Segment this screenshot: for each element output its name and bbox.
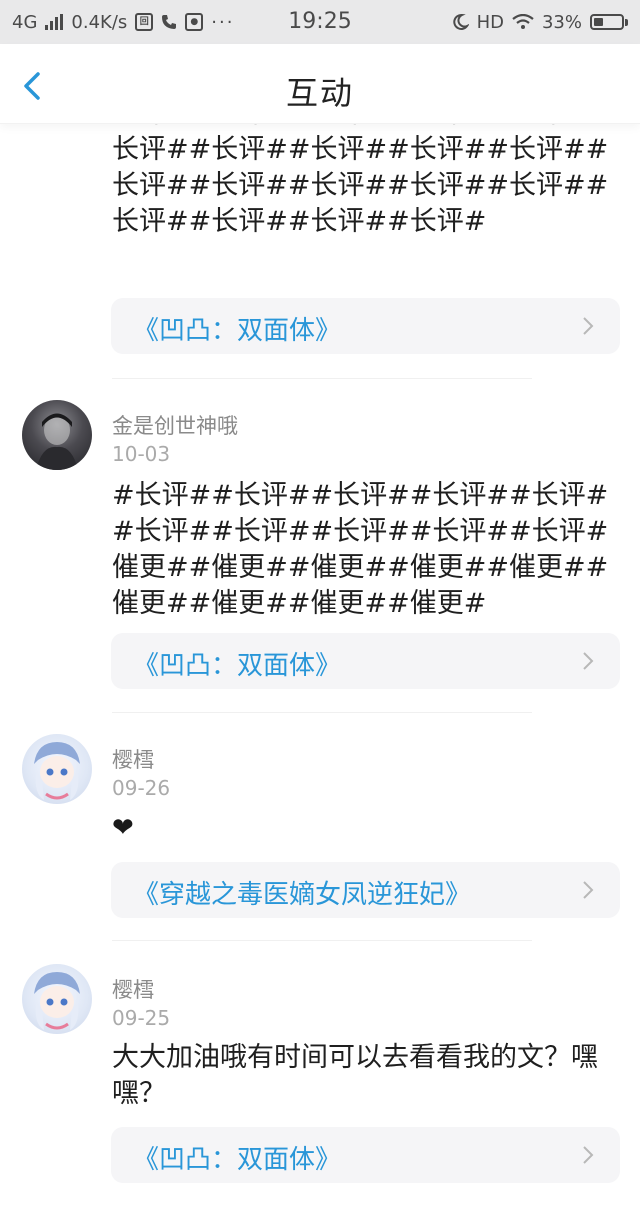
book-link[interactable]: 《凹凸：双面体》 [111,1127,620,1183]
comment-text: 大大加油哦有时间可以去看看我的文？嘿嘿？ [112,1042,598,1109]
signal-icon [45,14,64,30]
book-title: 《穿越之毒医嫡女凤逆狂妃》 [133,880,472,910]
book-link[interactable]: 《凹凸：双面体》 [111,633,620,689]
status-bar: 4G 0.4K/s 回 ● ··· 19:25 HD 33% [0,0,640,44]
phone-icon [162,15,177,29]
heart-icon: ❤ [112,813,134,843]
book-link[interactable]: 《穿越之毒医嫡女凤逆狂妃》 [111,862,620,918]
battery-icon [590,14,628,30]
chevron-right-icon [583,317,594,335]
comment-text: #长评##长评##长评##长评##长评##长评##长评##长评##长评##长评#… [112,480,609,619]
comment-date: 09-25 [112,1006,171,1030]
avatar-portrait [36,413,78,470]
comment-date: 10-03 [112,442,171,466]
book-title: 《凹凸：双面体》 [133,651,342,681]
battery-percent: 33% [541,11,582,33]
status-left: 4G 0.4K/s 回 ● ··· [12,12,234,33]
comment-date: 09-26 [112,776,171,800]
avatar[interactable] [22,734,92,804]
username: 樱樰 [112,978,154,1002]
divider [112,712,532,713]
hd-label: HD [476,11,504,33]
avatar[interactable] [22,400,92,470]
comment-list[interactable]: 长评##长评##长评##长评##长评##长评##长评##长评##长评##长评##… [0,124,640,1206]
username: 樱樰 [112,748,154,772]
app-notification-icon: 回 [135,13,154,31]
chevron-right-icon [583,881,594,899]
divider [112,940,532,941]
book-title: 《凹凸：双面体》 [133,316,342,346]
network-speed: 0.4K/s [71,11,128,33]
avatar-portrait [34,742,80,800]
chevron-right-icon [583,652,594,670]
divider [112,378,532,379]
page-title: 互动 [285,74,354,112]
avatar[interactable] [22,964,92,1034]
more-dots-icon: ··· [211,11,235,33]
wifi-icon [512,14,534,29]
network-type: 4G [12,11,38,33]
chevron-right-icon [583,1146,594,1164]
comment-text: 长评##长评##长评##长评##长评##长评##长评##长评##长评##长评##… [112,124,609,237]
avatar-portrait [34,972,80,1030]
username: 金是创世神哦 [112,414,238,438]
book-title: 《凹凸：双面体》 [133,1145,342,1175]
nav-header: 互动 [0,44,640,124]
status-right: HD 33% [451,12,628,33]
book-link[interactable]: 《凹凸：双面体》 [111,298,620,354]
moon-icon [452,13,469,30]
record-icon: ● [185,13,204,31]
